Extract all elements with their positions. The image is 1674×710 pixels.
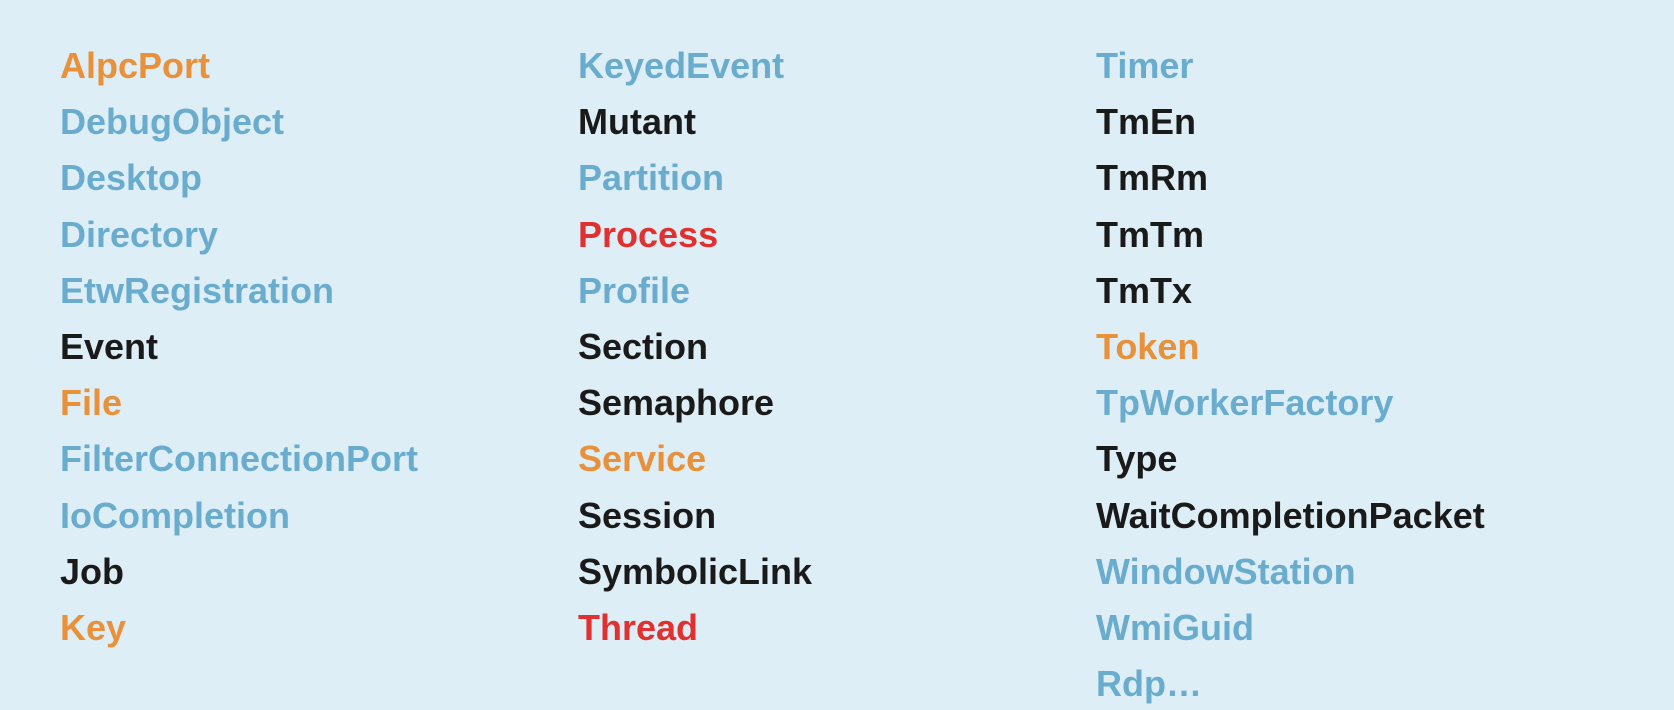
item-partition: Partition bbox=[578, 152, 1096, 204]
item-keyedevent: KeyedEvent bbox=[578, 40, 1096, 92]
item-tmtm: TmTm bbox=[1096, 209, 1614, 261]
column-1: AlpcPortDebugObjectDesktopDirectoryEtwRe… bbox=[60, 40, 578, 636]
item-service: Service bbox=[578, 433, 1096, 485]
item-alpcport: AlpcPort bbox=[60, 40, 578, 92]
item-waitcompletionpacket: WaitCompletionPacket bbox=[1096, 490, 1614, 542]
column-2: KeyedEventMutantPartitionProcessProfileS… bbox=[578, 40, 1096, 636]
item-timer: Timer bbox=[1096, 40, 1614, 92]
item-desktop: Desktop bbox=[60, 152, 578, 204]
item-section: Section bbox=[578, 321, 1096, 373]
item-key: Key bbox=[60, 602, 578, 654]
main-container: AlpcPortDebugObjectDesktopDirectoryEtwRe… bbox=[0, 0, 1674, 676]
item-semaphore: Semaphore bbox=[578, 377, 1096, 429]
item-filterconnectionport: FilterConnectionPort bbox=[60, 433, 578, 485]
item-wmiguid: WmiGuid bbox=[1096, 602, 1614, 654]
item-symboliclink: SymbolicLink bbox=[578, 546, 1096, 598]
item-mutant: Mutant bbox=[578, 96, 1096, 148]
item-tmen: TmEn bbox=[1096, 96, 1614, 148]
item-tpworkerfactory: TpWorkerFactory bbox=[1096, 377, 1614, 429]
item-job: Job bbox=[60, 546, 578, 598]
item-windowstation: WindowStation bbox=[1096, 546, 1614, 598]
item-session: Session bbox=[578, 490, 1096, 542]
item-type: Type bbox=[1096, 433, 1614, 485]
item-rdp-: Rdp… bbox=[1096, 658, 1614, 710]
item-directory: Directory bbox=[60, 209, 578, 261]
column-3: TimerTmEnTmRmTmTmTmTxTokenTpWorkerFactor… bbox=[1096, 40, 1614, 636]
item-etwregistration: EtwRegistration bbox=[60, 265, 578, 317]
item-thread: Thread bbox=[578, 602, 1096, 654]
item-profile: Profile bbox=[578, 265, 1096, 317]
item-process: Process bbox=[578, 209, 1096, 261]
item-file: File bbox=[60, 377, 578, 429]
item-debugobject: DebugObject bbox=[60, 96, 578, 148]
item-token: Token bbox=[1096, 321, 1614, 373]
item-iocompletion: IoCompletion bbox=[60, 490, 578, 542]
item-tmtx: TmTx bbox=[1096, 265, 1614, 317]
item-event: Event bbox=[60, 321, 578, 373]
item-tmrm: TmRm bbox=[1096, 152, 1614, 204]
